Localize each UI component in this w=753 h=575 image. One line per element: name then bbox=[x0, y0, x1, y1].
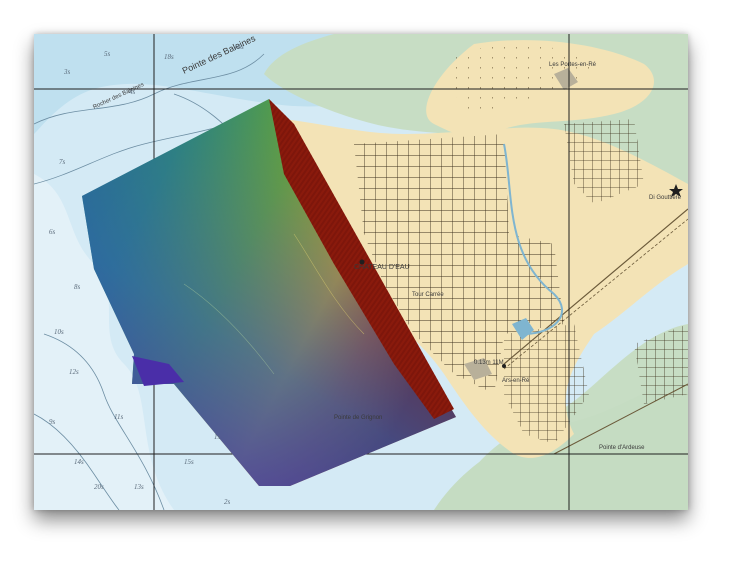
label-lighthouse: CHATEAU D'EAU bbox=[354, 264, 410, 271]
svg-text:16s: 16s bbox=[234, 43, 244, 51]
chart-frame: ' bbox=[34, 34, 688, 510]
buoy-marker bbox=[502, 364, 506, 368]
svg-text:10s: 10s bbox=[54, 328, 64, 336]
svg-text:6s: 6s bbox=[49, 228, 56, 236]
svg-text:20s: 20s bbox=[94, 483, 104, 491]
svg-text:4s: 4s bbox=[129, 88, 136, 96]
svg-text:7s: 7s bbox=[59, 158, 66, 166]
svg-text:2s: 2s bbox=[224, 498, 231, 506]
svg-text:13s: 13s bbox=[134, 483, 144, 491]
svg-text:15s: 15s bbox=[184, 458, 194, 466]
svg-text:5s: 5s bbox=[104, 50, 111, 58]
svg-text:9s: 9s bbox=[49, 418, 56, 426]
label-east: Di Gouttière bbox=[649, 195, 682, 201]
svg-text:3s: 3s bbox=[63, 68, 71, 76]
svg-text:14s: 14s bbox=[74, 458, 84, 466]
svg-text:8s: 8s bbox=[74, 283, 81, 291]
label-bottom-right: Pointe d'Ardeuse bbox=[599, 445, 645, 451]
label-tower: Tour Carrée bbox=[412, 292, 444, 298]
label-village: Ars-en-Ré bbox=[502, 378, 530, 384]
svg-text:12s: 12s bbox=[69, 368, 79, 376]
svg-text:1s: 1s bbox=[214, 433, 221, 441]
svg-text:11s: 11s bbox=[114, 413, 123, 421]
lighthouse-marker bbox=[359, 259, 365, 265]
label-bottom: Pointe de Grignon bbox=[334, 415, 382, 421]
label-north-village: Les Portes-en-Ré bbox=[549, 62, 597, 68]
svg-text:18s: 18s bbox=[164, 53, 174, 61]
label-pond: 0.13m 11M bbox=[474, 360, 504, 366]
nautical-chart: ' bbox=[34, 34, 688, 510]
